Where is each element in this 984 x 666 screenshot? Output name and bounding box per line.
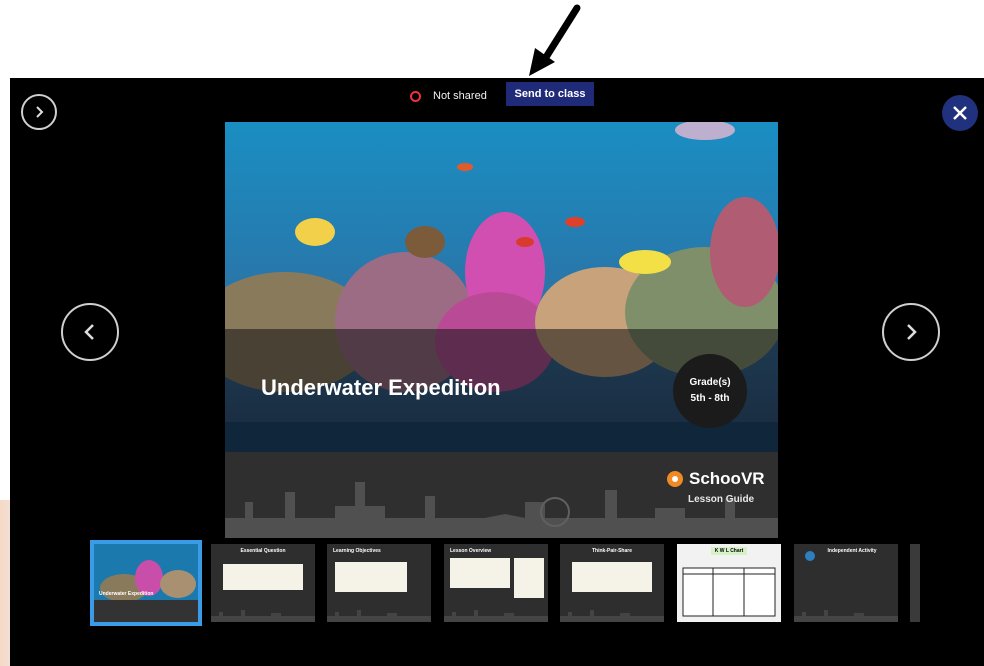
thumbnail-3[interactable]: Learning Objectives xyxy=(327,544,431,622)
brand: SchooVR xyxy=(667,469,765,489)
thumbnail-6[interactable]: K W L Chart xyxy=(677,544,781,622)
status-label: Not shared xyxy=(433,90,487,102)
skyline-icon xyxy=(560,610,664,622)
status-dot-icon xyxy=(410,90,421,102)
thumb-title: Underwater Expedition xyxy=(99,591,154,597)
schoovr-logo-icon xyxy=(667,471,683,487)
slide-thumbnails: Underwater Expedition Essential Question… xyxy=(90,540,930,636)
thumb-title: Think-Pair-Share xyxy=(591,548,632,554)
thumb-title: K W L Chart xyxy=(711,547,747,555)
previous-slide-button[interactable] xyxy=(61,303,119,361)
skyline-icon xyxy=(794,610,898,622)
thumb-card xyxy=(335,562,407,592)
next-slide-button[interactable] xyxy=(882,303,940,361)
skyline-icon xyxy=(444,610,548,622)
skyline-icon xyxy=(327,610,431,622)
thumb-title: Lesson Overview xyxy=(450,548,492,554)
close-icon xyxy=(953,106,967,120)
thumbnail-5[interactable]: Think-Pair-Share xyxy=(560,544,664,622)
slide-title: Underwater Expedition xyxy=(261,375,501,400)
grade-label: Grade(s) xyxy=(689,377,731,388)
chevron-right-circle-icon[interactable] xyxy=(21,94,57,130)
thumb-title: Independent Activity xyxy=(827,548,877,554)
thumb-title: Learning Objectives xyxy=(333,548,381,554)
brand-subtitle: Lesson Guide xyxy=(688,494,755,505)
skyline-icon xyxy=(211,610,315,622)
current-slide: Underwater Expedition Grade(s) 5th - 8th… xyxy=(225,122,778,538)
grade-value: 5th - 8th xyxy=(690,393,730,404)
chevron-right-icon xyxy=(907,324,917,340)
thumbnail-7[interactable]: Independent Activity xyxy=(794,544,898,622)
thumbnail-4[interactable]: Lesson Overview xyxy=(444,544,548,622)
thumbnail-1[interactable]: Underwater Expedition xyxy=(90,540,202,626)
coral-reef-thumb-image xyxy=(94,544,198,622)
thumb-card xyxy=(572,562,652,592)
kwl-chart-table-icon xyxy=(682,567,776,617)
thumbnail-2[interactable]: Essential Question xyxy=(211,544,315,622)
thumb-card xyxy=(450,558,510,588)
thumb-card xyxy=(514,558,544,598)
pointer-arrow-icon xyxy=(529,4,581,76)
share-status: Not shared xyxy=(410,87,487,105)
thumb-card xyxy=(223,564,303,590)
close-button[interactable] xyxy=(942,95,978,131)
send-to-class-button[interactable]: Send to class xyxy=(506,82,594,106)
slide-viewer: Not shared Send to class Underwater Expe… xyxy=(10,78,984,666)
grade-badge: Grade(s) 5th - 8th xyxy=(673,354,747,428)
thumb-title: Essential Question xyxy=(240,548,286,554)
thumbnail-8-partial[interactable] xyxy=(910,544,920,622)
chevron-left-icon xyxy=(84,324,94,340)
brand-name: SchooVR xyxy=(689,469,765,488)
